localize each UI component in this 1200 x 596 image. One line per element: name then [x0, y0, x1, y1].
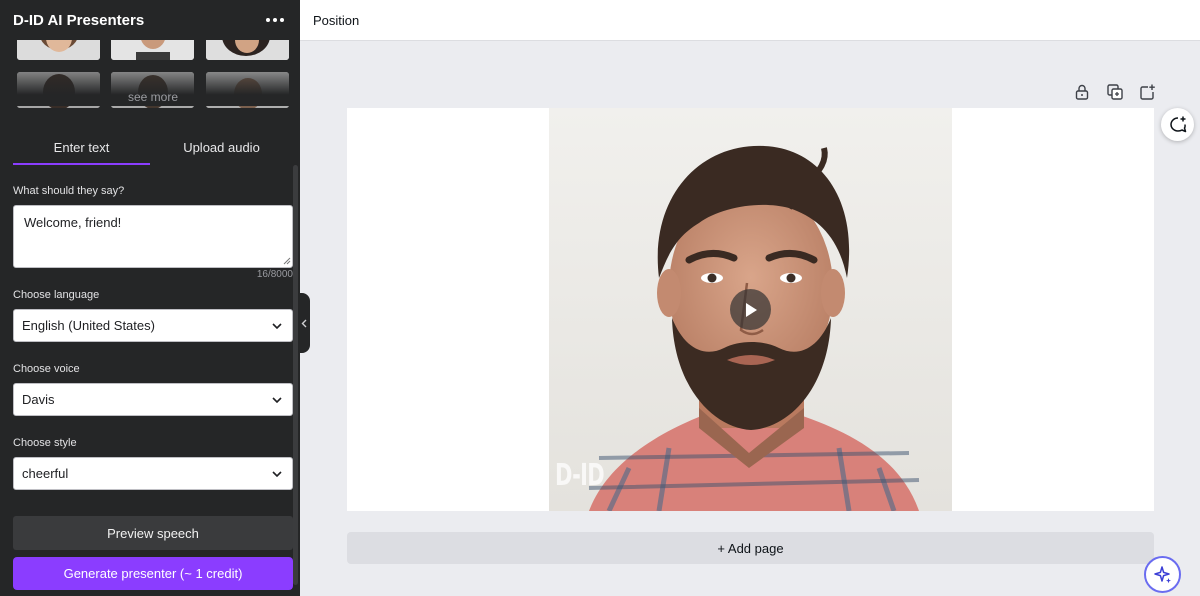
presenter-video[interactable]: D-ID — [549, 108, 952, 511]
position-button[interactable]: Position — [313, 13, 359, 28]
chevron-down-icon — [272, 396, 282, 403]
preview-speech-button[interactable]: Preview speech — [13, 516, 293, 550]
language-select[interactable]: English (United States) — [13, 309, 293, 342]
add-comment-button[interactable] — [1161, 108, 1194, 141]
chevron-down-icon — [272, 470, 282, 477]
panel-scrollbar[interactable] — [293, 165, 298, 585]
speech-textarea[interactable] — [13, 205, 293, 268]
panel-header: D-ID AI Presenters — [0, 0, 300, 40]
chevron-left-icon — [301, 319, 307, 327]
more-horizontal-icon[interactable] — [264, 10, 286, 30]
voice-value: Davis — [22, 392, 55, 407]
panel-title: D-ID AI Presenters — [13, 11, 145, 29]
sparkle-icon — [1153, 565, 1171, 583]
resize-grip-icon[interactable] — [283, 257, 291, 265]
design-page[interactable]: D-ID — [347, 108, 1154, 511]
duplicate-page-icon[interactable] — [1105, 82, 1125, 102]
tab-enter-text[interactable]: Enter text — [13, 132, 150, 165]
did-watermark: D-ID — [555, 458, 605, 493]
add-page-icon[interactable] — [1138, 82, 1158, 102]
add-page-button[interactable]: + Add page — [347, 532, 1154, 564]
play-button[interactable] — [730, 289, 771, 330]
play-icon — [745, 302, 757, 317]
language-value: English (United States) — [22, 318, 155, 333]
input-mode-tabs: Enter text Upload audio — [13, 132, 293, 165]
comment-add-icon — [1169, 116, 1186, 132]
voice-select[interactable]: Davis — [13, 383, 293, 416]
character-counter: 16/8000 — [256, 269, 293, 280]
active-tab-indicator — [13, 163, 150, 165]
tab-upload-audio[interactable]: Upload audio — [150, 132, 293, 165]
see-more-link[interactable]: see more — [0, 90, 300, 104]
language-label: Choose language — [13, 289, 100, 301]
presenter-panel: see more D-ID AI Presenters Enter text U… — [0, 0, 300, 596]
voice-label: Choose voice — [13, 363, 80, 375]
magic-assistant-button[interactable] — [1144, 556, 1181, 593]
chevron-down-icon — [272, 322, 282, 329]
style-select[interactable]: cheerful — [13, 457, 293, 490]
speech-label: What should they say? — [13, 185, 125, 197]
style-value: cheerful — [22, 466, 69, 481]
editor-topbar: Position — [300, 0, 1200, 41]
collapse-panel-button[interactable] — [298, 293, 310, 353]
style-label: Choose style — [13, 437, 77, 449]
lock-icon[interactable] — [1072, 82, 1092, 102]
generate-presenter-button[interactable]: Generate presenter (~ 1 credit) — [13, 557, 293, 590]
page-toolbar — [1072, 82, 1158, 104]
